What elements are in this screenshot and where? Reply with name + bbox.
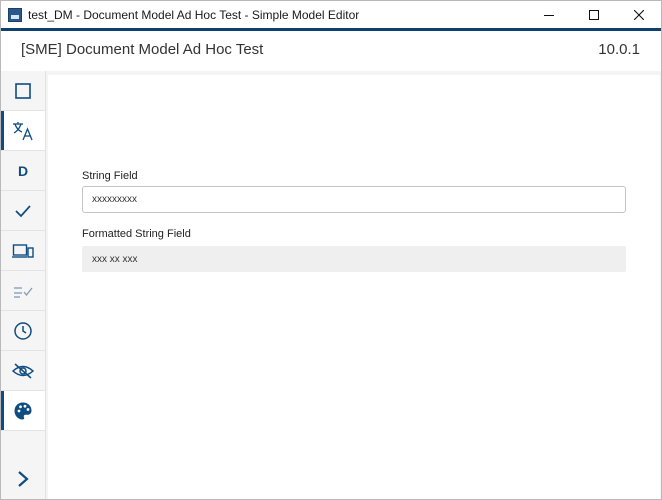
sidebar-item-d[interactable]: D [1, 151, 45, 191]
translate-icon [13, 121, 33, 140]
title-bar: test_DM - Document Model Ad Hoc Test - S… [1, 1, 661, 28]
sidebar: D [1, 71, 46, 499]
page-title: [SME] Document Model Ad Hoc Test [21, 41, 264, 58]
sidebar-item-square[interactable] [1, 71, 45, 111]
app-logo-icon [8, 7, 22, 22]
sidebar-item-devices[interactable] [1, 231, 45, 271]
palette-icon [14, 402, 32, 419]
close-icon [633, 9, 644, 20]
sidebar-item-clock[interactable] [1, 311, 45, 351]
maximize-button[interactable] [571, 1, 616, 28]
checklist-icon [14, 286, 33, 298]
minimize-icon [543, 14, 554, 16]
maximize-icon [588, 9, 599, 20]
check-icon [15, 204, 31, 217]
window-title: test_DM - Document Model Ad Hoc Test - S… [28, 7, 360, 22]
close-button[interactable] [616, 1, 661, 28]
active-indicator [1, 111, 4, 150]
string-field-input[interactable]: xxxxxxxxx [82, 186, 626, 213]
sidebar-item-visibility[interactable] [1, 351, 45, 391]
app-header: [SME] Document Model Ad Hoc Test 10.0.1 [1, 31, 661, 71]
d-letter-icon: D [17, 162, 29, 179]
sidebar-expand-button[interactable] [1, 459, 45, 499]
formatted-string-field-label: Formatted String Field [82, 228, 191, 240]
main-panel: String Field xxxxxxxxx Formatted String … [48, 75, 660, 499]
sidebar-item-theme[interactable] [1, 391, 45, 431]
clock-icon [14, 321, 32, 340]
chevron-right-icon [18, 471, 29, 487]
sidebar-item-checklist[interactable] [1, 271, 45, 311]
sidebar-item-translate[interactable] [1, 111, 45, 151]
sidebar-item-check[interactable] [1, 191, 45, 231]
active-indicator [1, 391, 4, 430]
square-icon [15, 82, 31, 99]
minimize-button[interactable] [526, 1, 571, 28]
eye-off-icon [12, 362, 34, 379]
window-controls [526, 1, 661, 28]
formatted-string-field-value: xxx xx xxx [82, 246, 626, 272]
string-field-label: String Field [82, 170, 138, 182]
devices-icon [12, 243, 34, 258]
version-label: 10.0.1 [598, 41, 640, 58]
app-window: test_DM - Document Model Ad Hoc Test - S… [0, 0, 662, 500]
